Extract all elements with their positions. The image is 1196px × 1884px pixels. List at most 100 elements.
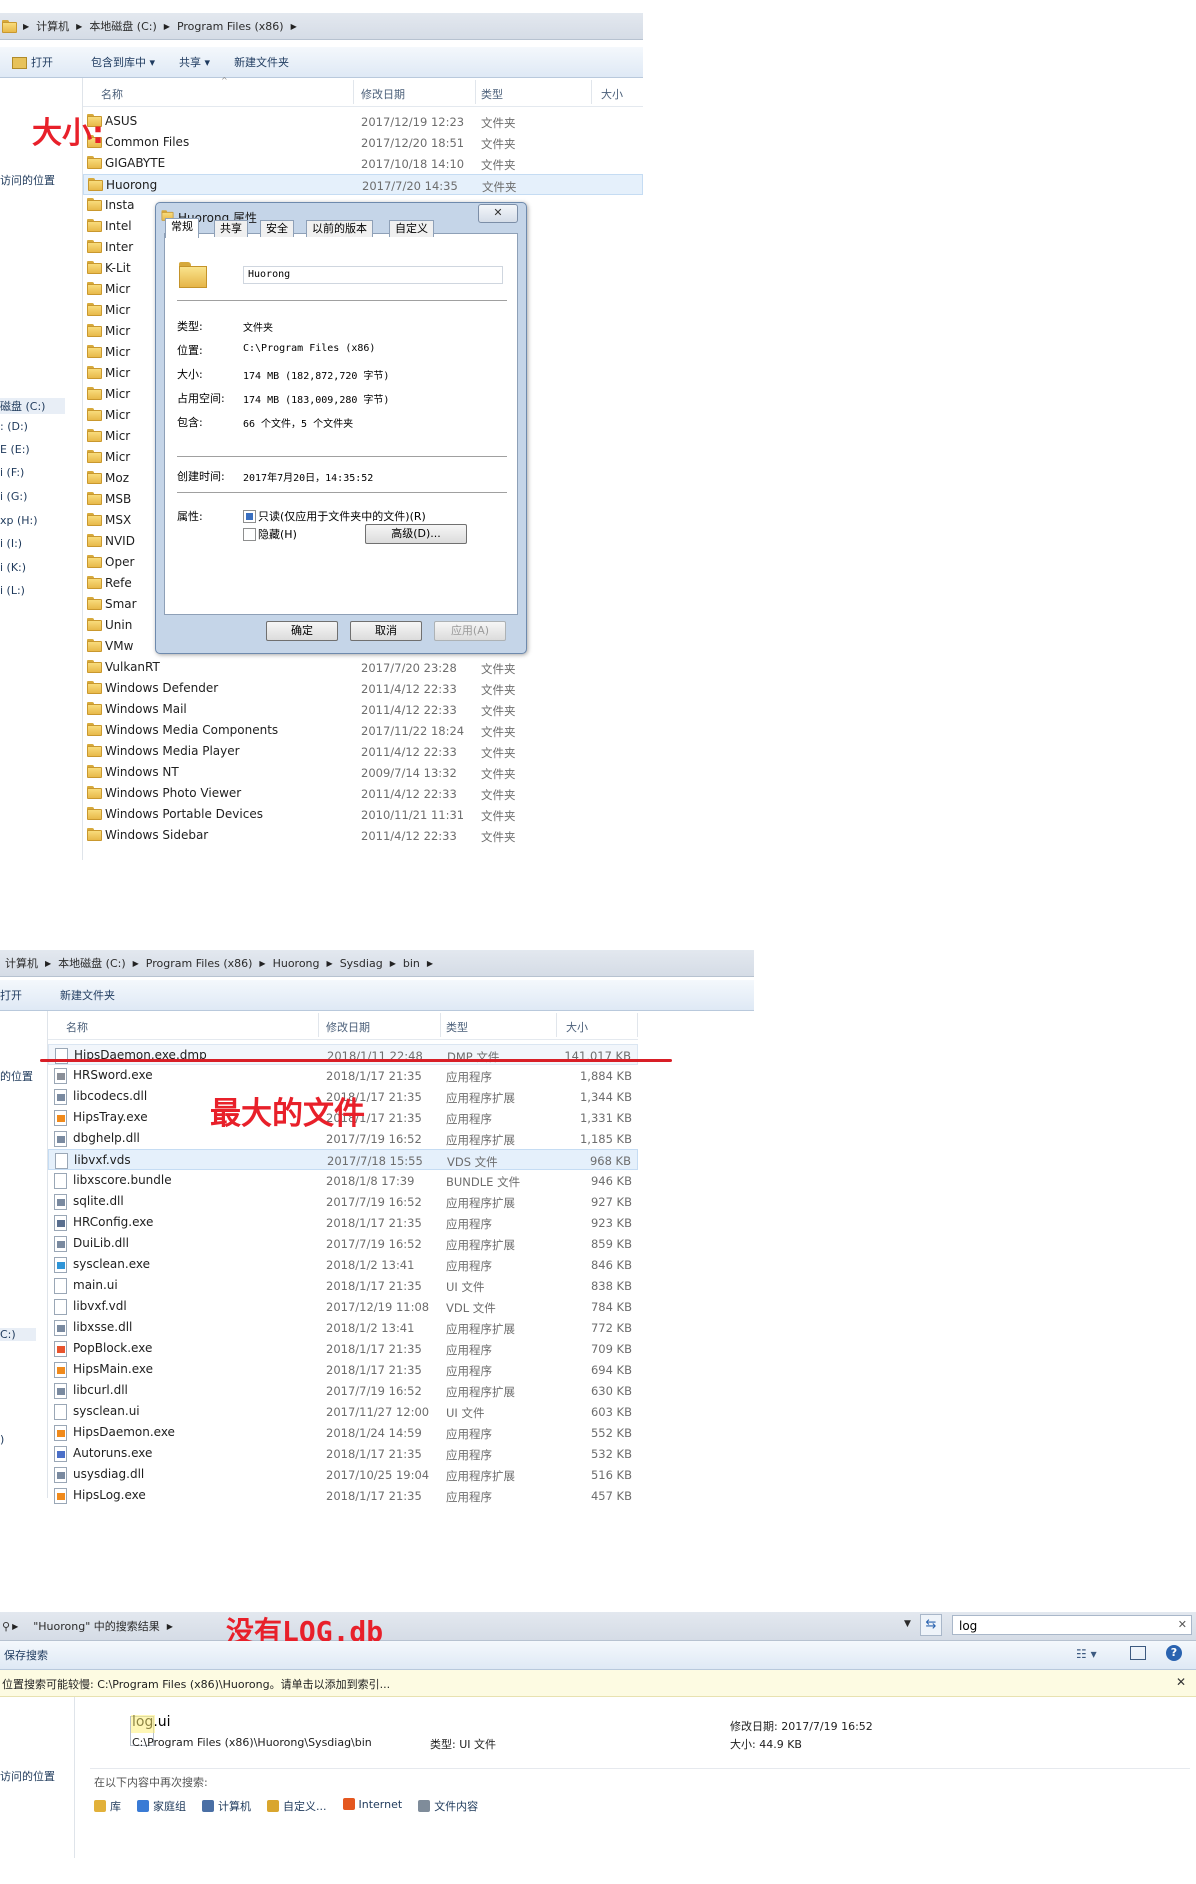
navigation-pane[interactable] <box>0 1011 48 1498</box>
info-bar[interactable]: 位置搜索可能较慢: C:\Program Files (x86)\Huorong… <box>0 1670 1196 1697</box>
file-row[interactable]: Autoruns.exe 2018/1/17 21:35 应用程序 532 KB <box>48 1443 638 1464</box>
search-again-link[interactable]: 家庭组 <box>137 1798 186 1814</box>
save-search-button[interactable]: 保存搜索 <box>0 1647 60 1663</box>
cancel-button[interactable]: 取消 <box>350 621 422 641</box>
nav-item[interactable]: 访问的位置 <box>0 1768 55 1784</box>
nav-item[interactable]: i (I:) <box>0 537 22 550</box>
tab-sharing[interactable]: 共享 <box>214 220 248 237</box>
nav-item[interactable]: 磁盘 (C:) <box>0 398 66 414</box>
nav-item[interactable]: i (K:) <box>0 561 26 574</box>
tab-previous-versions[interactable]: 以前的版本 <box>306 220 373 237</box>
nav-item[interactable]: E (E:) <box>0 443 30 456</box>
file-row[interactable]: DuiLib.dll 2017/7/19 16:52 应用程序扩展 859 KB <box>48 1233 638 1254</box>
folder-row[interactable]: Windows Sidebar 2011/4/12 22:33 文件夹 <box>83 825 643 846</box>
folder-row[interactable]: Windows Portable Devices 2010/11/21 11:31… <box>83 804 643 825</box>
folder-name-field[interactable]: Huorong <box>243 266 503 284</box>
column-header-name[interactable]: 名称 <box>66 1019 88 1035</box>
column-header-date[interactable]: 修改日期 <box>361 86 405 102</box>
nav-item-drive-c[interactable]: C:) <box>0 1328 36 1341</box>
file-row[interactable]: sysclean.ui 2017/11/27 12:00 UI 文件 603 KB <box>48 1401 638 1422</box>
file-row[interactable]: libxsse.dll 2018/1/2 13:41 应用程序扩展 772 KB <box>48 1317 638 1338</box>
folder-row[interactable]: Windows Mail 2011/4/12 22:33 文件夹 <box>83 699 643 720</box>
nav-item[interactable]: i (F:) <box>0 466 24 479</box>
folder-row[interactable]: Windows Media Player 2011/4/12 22:33 文件夹 <box>83 741 643 762</box>
open-button[interactable]: 打开 <box>0 987 34 1003</box>
file-row[interactable]: sysclean.exe 2018/1/2 13:41 应用程序 846 KB <box>48 1254 638 1275</box>
nav-item[interactable]: i (G:) <box>0 490 27 503</box>
breadcrumb-item[interactable]: 计算机 <box>0 955 43 971</box>
breadcrumb-item[interactable]: 计算机 <box>31 18 74 34</box>
folder-row[interactable]: Windows NT 2009/7/14 13:32 文件夹 <box>83 762 643 783</box>
column-header-date[interactable]: 修改日期 <box>326 1019 370 1035</box>
breadcrumb-item[interactable]: Sysdiag <box>335 957 388 970</box>
file-row[interactable]: HRConfig.exe 2018/1/17 21:35 应用程序 923 KB <box>48 1212 638 1233</box>
refresh-icon[interactable]: ⇆ <box>920 1614 942 1636</box>
search-again-link[interactable]: 库 <box>94 1798 121 1814</box>
address-bar[interactable]: 计算机 ▶ 本地磁盘 (C:) ▶ Program Files (x86) ▶ … <box>0 950 754 977</box>
folder-row[interactable]: GIGABYTE 2017/10/18 14:10 文件夹 <box>83 153 643 174</box>
search-result-item[interactable]: log.ui C:\Program Files (x86)\Huorong\Sy… <box>90 1710 1190 1756</box>
tab-general[interactable]: 常规 <box>165 218 199 238</box>
address-bar[interactable]: ⚲ ▶ "Huorong" 中的搜索结果 ▶ ▼ ⇆ log ✕ <box>0 1612 1196 1641</box>
nav-item[interactable]: i (L:) <box>0 584 25 597</box>
file-row[interactable]: HRSword.exe 2018/1/17 21:35 应用程序 1,884 KB <box>48 1065 638 1086</box>
file-row[interactable]: PopBlock.exe 2018/1/17 21:35 应用程序 709 KB <box>48 1338 638 1359</box>
file-row[interactable]: HipsMain.exe 2018/1/17 21:35 应用程序 694 KB <box>48 1359 638 1380</box>
search-box[interactable]: log ✕ <box>952 1615 1192 1635</box>
file-row[interactable]: usysdiag.dll 2017/10/25 19:04 应用程序扩展 516 KB <box>48 1464 638 1485</box>
file-row[interactable]: sqlite.dll 2017/7/19 16:52 应用程序扩展 927 KB <box>48 1191 638 1212</box>
file-row[interactable]: libvxf.vdl 2017/12/19 11:08 VDL 文件 784 KB <box>48 1296 638 1317</box>
breadcrumb-item[interactable]: "Huorong" 中的搜索结果 <box>28 1618 165 1634</box>
file-row[interactable]: HipsLog.exe 2018/1/17 21:35 应用程序 457 KB <box>48 1485 638 1506</box>
folder-row[interactable]: Windows Defender 2011/4/12 22:33 文件夹 <box>83 678 643 699</box>
preview-pane-icon[interactable] <box>1130 1646 1146 1660</box>
readonly-checkbox[interactable] <box>243 510 256 523</box>
search-again-link[interactable]: 自定义... <box>267 1798 327 1814</box>
breadcrumb-item[interactable]: 本地磁盘 (C:) <box>53 955 130 971</box>
apply-button[interactable]: 应用(A) <box>434 621 506 641</box>
address-bar[interactable]: ▶ 计算机 ▶ 本地磁盘 (C:) ▶ Program Files (x86) … <box>0 13 643 40</box>
nav-item[interactable]: xp (H:) <box>0 514 38 527</box>
tab-customize[interactable]: 自定义 <box>389 220 434 237</box>
nav-item[interactable]: 访问的位置 <box>0 172 55 188</box>
folder-row[interactable]: Windows Photo Viewer 2011/4/12 22:33 文件夹 <box>83 783 643 804</box>
folder-row[interactable]: Huorong 2017/7/20 14:35 文件夹 <box>83 174 643 195</box>
column-header-size[interactable]: 大小 <box>566 1019 588 1035</box>
breadcrumb-item[interactable]: 本地磁盘 (C:) <box>84 18 161 34</box>
breadcrumb-item[interactable]: Program Files (x86) <box>172 20 289 33</box>
file-row[interactable]: libvxf.vds 2017/7/18 15:55 VDS 文件 968 KB <box>48 1149 638 1170</box>
close-button[interactable]: ✕ <box>478 204 518 223</box>
folder-row[interactable]: VulkanRT 2017/7/20 23:28 文件夹 <box>83 657 643 678</box>
clear-search-icon[interactable]: ✕ <box>1178 1618 1187 1631</box>
advanced-button[interactable]: 高级(D)... <box>365 524 467 544</box>
help-icon[interactable]: ? <box>1166 1645 1182 1661</box>
column-header-type[interactable]: 类型 <box>481 86 503 102</box>
folder-row[interactable]: ASUS 2017/12/19 12:23 文件夹 <box>83 111 643 132</box>
hidden-checkbox[interactable] <box>243 528 256 541</box>
nav-item[interactable]: 的位置 <box>0 1068 33 1084</box>
breadcrumb-item[interactable]: Program Files (x86) <box>141 957 258 970</box>
folder-row[interactable]: Common Files 2017/12/20 18:51 文件夹 <box>83 132 643 153</box>
nav-item[interactable]: : (D:) <box>0 420 28 433</box>
close-icon[interactable]: ✕ <box>1176 1675 1186 1689</box>
address-dropdown-icon[interactable]: ▼ <box>904 1619 911 1629</box>
open-button[interactable]: 打开 <box>0 54 65 70</box>
share-button[interactable]: 共享 ▾ <box>167 54 222 70</box>
file-row[interactable]: HipsDaemon.exe 2018/1/24 14:59 应用程序 552 KB <box>48 1422 638 1443</box>
column-header-name[interactable]: 名称 <box>101 86 123 102</box>
ok-button[interactable]: 确定 <box>266 621 338 641</box>
breadcrumb-item[interactable]: Huorong <box>268 957 325 970</box>
column-header-size[interactable]: 大小 <box>601 86 623 102</box>
file-row[interactable]: libxscore.bundle 2018/1/8 17:39 BUNDLE 文件 9… <box>48 1170 638 1191</box>
search-again-link[interactable]: 文件内容 <box>418 1798 478 1814</box>
nav-item[interactable]: ) <box>0 1433 4 1446</box>
file-row[interactable]: libcurl.dll 2017/7/19 16:52 应用程序扩展 630 KB <box>48 1380 638 1401</box>
tab-security[interactable]: 安全 <box>260 220 294 237</box>
column-header-type[interactable]: 类型 <box>446 1019 468 1035</box>
search-again-link[interactable]: 计算机 <box>202 1798 251 1814</box>
breadcrumb-item[interactable]: bin <box>398 957 425 970</box>
view-options-icon[interactable]: ☷ ▾ <box>1076 1647 1097 1661</box>
folder-row[interactable]: Windows Media Components 2017/11/22 18:24… <box>83 720 643 741</box>
include-in-library-button[interactable]: 包含到库中 ▾ <box>79 54 167 70</box>
file-row[interactable]: main.ui 2018/1/17 21:35 UI 文件 838 KB <box>48 1275 638 1296</box>
